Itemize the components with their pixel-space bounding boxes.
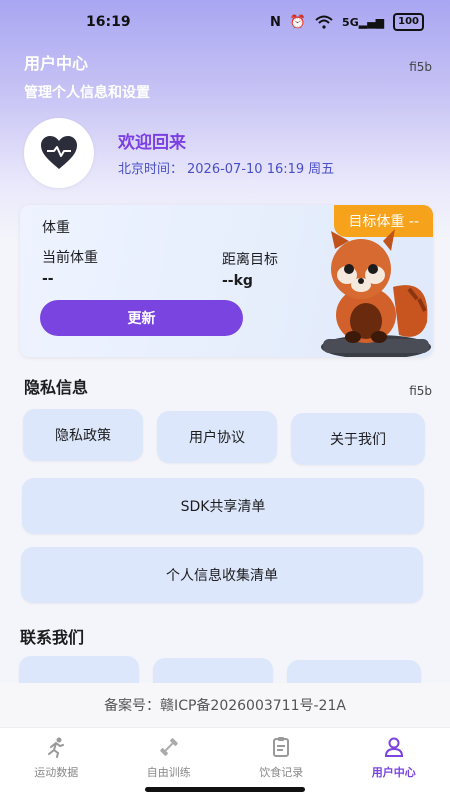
current-weight-label: 当前体重 xyxy=(42,247,98,267)
update-button[interactable]: 更新 xyxy=(40,300,243,336)
status-time: 16:19 xyxy=(86,14,131,30)
weekday-value: 周五 xyxy=(308,162,334,177)
version-label: fi5b xyxy=(409,60,432,74)
nfc-icon: N xyxy=(270,15,281,30)
tab-sports-data[interactable]: 运动数据 xyxy=(0,728,113,801)
tab-label: 饮食记录 xyxy=(259,764,303,780)
distance-label: 距离目标 xyxy=(222,249,278,269)
about-us-button[interactable]: 关于我们 xyxy=(291,413,425,465)
running-icon xyxy=(45,736,67,758)
datetime-value: 2026-07-10 16:19 xyxy=(187,162,304,177)
page-header: 用户中心 管理个人信息和设置 xyxy=(24,50,150,102)
tab-user-center[interactable]: 用户中心 xyxy=(338,728,450,801)
time-label: 北京时间： xyxy=(118,162,183,177)
contact-section-title: 联系我们 xyxy=(20,624,84,648)
red-panda-mascot xyxy=(281,227,431,357)
profile-section: 欢迎回来 北京时间： 2026-07-10 16:19 周五 xyxy=(24,118,434,180)
page-title: 用户中心 xyxy=(24,50,150,74)
heart-pulse-icon xyxy=(39,135,79,171)
beijing-time: 北京时间： 2026-07-10 16:19 周五 xyxy=(118,158,338,177)
weight-card: 体重 目标体重 -- 当前体重 -- 距离目标 --kg 更新 xyxy=(20,205,433,357)
page-subtitle: 管理个人信息和设置 xyxy=(24,82,150,102)
dumbbell-icon xyxy=(158,736,180,758)
sdk-sharing-list-button[interactable]: SDK共享清单 xyxy=(22,478,424,534)
signal-icon: 5G▂▄▆ xyxy=(342,16,384,29)
user-icon xyxy=(383,736,405,758)
personal-info-list-button[interactable]: 个人信息收集清单 xyxy=(21,547,423,603)
tab-label: 运动数据 xyxy=(34,764,78,780)
tab-label: 自由训练 xyxy=(147,764,191,780)
alarm-icon: ⏰ xyxy=(290,15,306,30)
avatar[interactable] xyxy=(24,118,94,188)
privacy-section-title: 隐私信息 xyxy=(24,374,88,398)
privacy-version-label: fi5b xyxy=(409,384,432,398)
status-bar: 16:19 N ⏰ 5G▂▄▆ 100 xyxy=(0,0,450,44)
battery-icon: 100 xyxy=(393,13,424,31)
home-indicator[interactable] xyxy=(145,787,305,792)
distance-value: --kg xyxy=(222,273,253,289)
wifi-icon xyxy=(315,15,333,29)
welcome-text: 欢迎回来 xyxy=(118,128,186,153)
privacy-policy-button[interactable]: 隐私政策 xyxy=(23,409,143,461)
user-agreement-button[interactable]: 用户协议 xyxy=(157,411,277,463)
weight-card-title: 体重 xyxy=(42,217,70,237)
icp-filing: 备案号：赣ICP备2026003711号-21A xyxy=(0,683,450,727)
status-icons: N ⏰ 5G▂▄▆ 100 xyxy=(270,13,424,31)
tab-label: 用户中心 xyxy=(372,764,416,780)
clipboard-icon xyxy=(270,736,292,758)
current-weight-value: -- xyxy=(42,271,54,287)
